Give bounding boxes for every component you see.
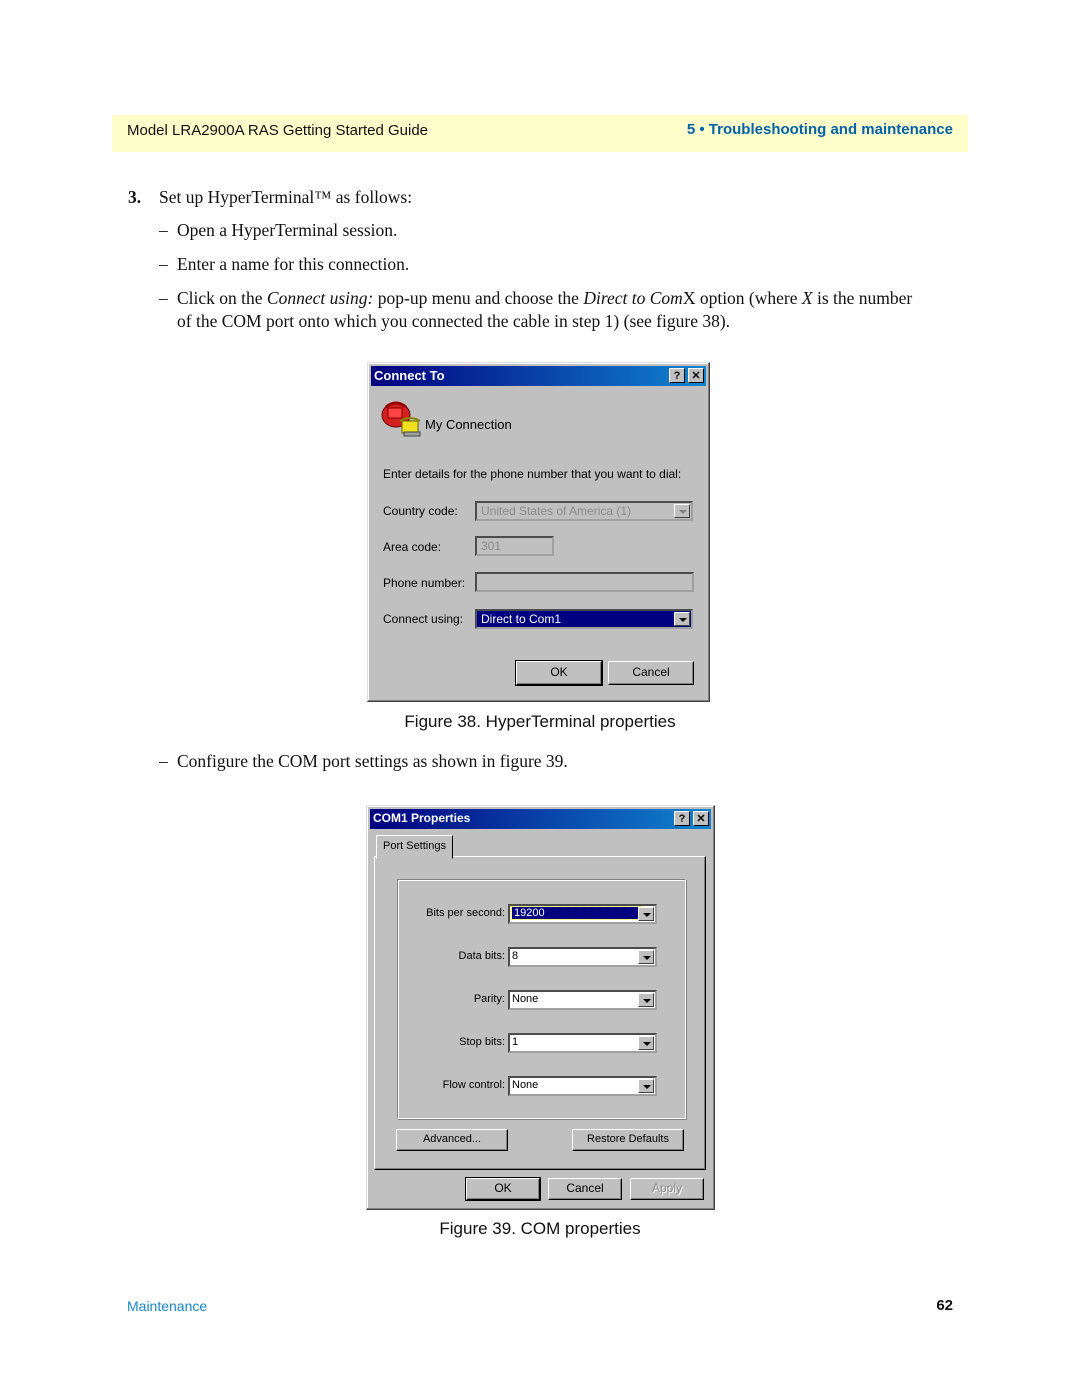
- restore-defaults-button[interactable]: Restore Defaults: [572, 1129, 684, 1151]
- title-bar: COM1 Properties ? ✕: [370, 809, 711, 829]
- cancel-button[interactable]: Cancel: [608, 661, 694, 685]
- connect-to-dialog: Connect To ? ✕ My Connection Enter detai…: [367, 362, 710, 702]
- dialog-title: COM1 Properties: [373, 811, 471, 825]
- data-bits-value: 8: [512, 950, 519, 962]
- bullet-continuation: of the COM port onto which you connected…: [177, 311, 731, 331]
- help-button[interactable]: ?: [674, 811, 690, 826]
- step-3: 3. Set up HyperTerminal™ as follows:: [128, 187, 412, 208]
- dash: –: [159, 220, 168, 240]
- connect-using-select[interactable]: Direct to Com1: [475, 609, 693, 629]
- chevron-down-icon[interactable]: [674, 612, 690, 626]
- step-text: Set up HyperTerminal™ as follows:: [159, 187, 413, 207]
- phone-number-label: Phone number:: [383, 576, 466, 590]
- chevron-down-icon[interactable]: [638, 907, 654, 921]
- stop-bits-select[interactable]: 1: [508, 1033, 657, 1053]
- country-code-label: Country code:: [383, 504, 458, 518]
- flow-control-select[interactable]: None: [508, 1076, 657, 1096]
- parity-value: None: [512, 993, 539, 1005]
- ok-button[interactable]: OK: [515, 660, 603, 686]
- figure-39-caption: Figure 39. COM properties: [439, 1219, 641, 1238]
- ok-button[interactable]: OK: [465, 1177, 541, 1201]
- bullet-configure-com: – Configure the COM port settings as show…: [159, 751, 568, 772]
- cancel-button[interactable]: Cancel: [548, 1178, 622, 1200]
- chevron-down-icon[interactable]: [674, 504, 690, 518]
- document-page: Model LRA2900A RAS Getting Started Guide…: [0, 0, 1080, 1397]
- chevron-down-icon[interactable]: [638, 993, 654, 1007]
- title-bar: Connect To ? ✕: [371, 366, 706, 386]
- dash: –: [159, 288, 168, 308]
- area-code-value: 301: [481, 539, 502, 553]
- bullet-connect-using: – Click on the Connect using: pop-up menu…: [159, 287, 959, 333]
- phone-icon: [381, 401, 421, 437]
- bullet-text: Open a HyperTerminal session.: [177, 220, 398, 240]
- connection-name: My Connection: [425, 417, 512, 432]
- area-code-label: Area code:: [383, 540, 442, 554]
- guide-title: Model LRA2900A RAS Getting Started Guide: [127, 122, 429, 139]
- chevron-down-icon[interactable]: [638, 1079, 654, 1093]
- chevron-down-icon[interactable]: [638, 1036, 654, 1050]
- bullet-open-session: – Open a HyperTerminal session.: [159, 220, 397, 241]
- data-bits-label: Data bits:: [458, 950, 505, 962]
- phone-number-input[interactable]: [475, 572, 694, 592]
- bullet-text: X option (where: [682, 288, 802, 308]
- parity-label: Parity:: [473, 993, 505, 1005]
- chapter-title: 5 • Troubleshooting and maintenance: [686, 121, 953, 138]
- bullet-text: pop-up menu and choose the: [373, 288, 584, 308]
- parity-select[interactable]: None: [508, 990, 657, 1010]
- flow-control-label: Flow control:: [442, 1079, 505, 1091]
- close-button[interactable]: ✕: [688, 368, 704, 383]
- advanced-button[interactable]: Advanced...: [396, 1129, 508, 1151]
- chevron-down-icon[interactable]: [638, 950, 654, 964]
- country-code-value: United States of America (1): [481, 504, 632, 518]
- stop-bits-label: Stop bits:: [459, 1036, 505, 1048]
- page-header: Model LRA2900A RAS Getting Started Guide…: [112, 115, 968, 152]
- apply-button[interactable]: Apply: [630, 1178, 704, 1200]
- bullet-text: Configure the COM port settings as shown…: [177, 751, 568, 771]
- connect-using-value: Direct to Com1: [481, 612, 562, 626]
- tab-port-settings[interactable]: Port Settings: [376, 835, 453, 859]
- dialog-title: Connect To: [374, 368, 445, 383]
- emphasis-direct-to-com: Direct to Com: [583, 288, 683, 308]
- step-number: 3.: [128, 187, 142, 207]
- bullet-text: Click on the: [177, 288, 267, 308]
- tab-label: Port Settings: [383, 840, 446, 852]
- emphasis-x: X: [801, 288, 813, 308]
- dash: –: [159, 254, 168, 274]
- tab-panel: Bits per second: 19200 Data bits: 8 Parity: N…: [374, 856, 706, 1170]
- bullet-text: is the number: [812, 288, 913, 308]
- bullet-text: Enter a name for this connection.: [177, 254, 410, 274]
- bits-per-second-select[interactable]: 19200: [508, 904, 657, 924]
- connect-using-label: Connect using:: [383, 612, 464, 626]
- data-bits-select[interactable]: 8: [508, 947, 657, 967]
- flow-control-value: None: [512, 1079, 539, 1091]
- figure-38-caption: Figure 38. HyperTerminal properties: [404, 712, 676, 731]
- settings-group: Bits per second: 19200 Data bits: 8 Parity: N…: [397, 879, 686, 1119]
- area-code-input[interactable]: 301: [475, 536, 554, 556]
- footer-section: Maintenance: [127, 1298, 208, 1314]
- help-button[interactable]: ?: [669, 368, 685, 383]
- com1-properties-dialog: COM1 Properties ? ✕ Port Settings Bits p…: [366, 805, 715, 1210]
- close-button[interactable]: ✕: [693, 811, 709, 826]
- emphasis-connect-using: Connect using:: [266, 288, 374, 308]
- page-number: 62: [936, 1297, 953, 1314]
- dash: –: [159, 751, 168, 771]
- bits-per-second-label: Bits per second:: [426, 907, 505, 919]
- bullet-enter-name: – Enter a name for this connection.: [159, 254, 409, 275]
- country-code-select[interactable]: United States of America (1): [475, 501, 693, 521]
- instruction-text: Enter details for the phone number that …: [383, 467, 682, 481]
- stop-bits-value: 1: [512, 1036, 519, 1048]
- bits-per-second-value: 19200: [511, 906, 641, 920]
